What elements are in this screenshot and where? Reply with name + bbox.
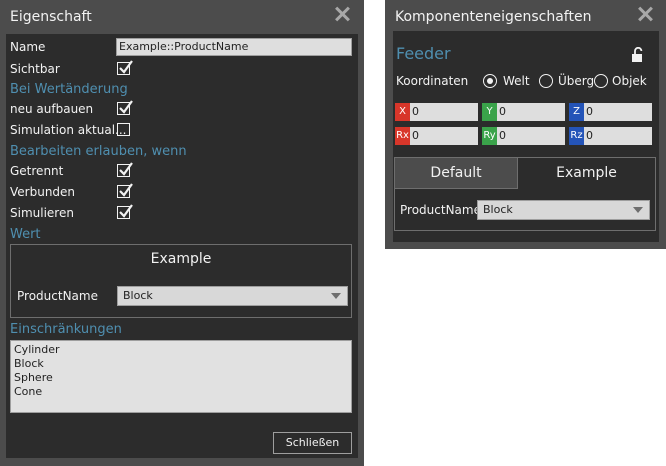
- dialog-content: Name Example::ProductName Sichtbar Bei W…: [6, 34, 358, 458]
- radio-world-label: Welt: [503, 74, 530, 88]
- chevron-down-icon: [331, 293, 341, 299]
- rx-tag: Rx: [395, 127, 410, 145]
- check-icon: [119, 162, 133, 176]
- disconnected-label: Getrennt: [10, 164, 64, 178]
- coordinates-label: Koordinaten: [396, 74, 469, 88]
- z-tag: Z: [569, 103, 584, 121]
- rebuild-label: neu aufbauen: [10, 102, 94, 116]
- disconnected-checkbox[interactable]: [117, 162, 133, 177]
- list-item[interactable]: Block: [11, 357, 351, 371]
- dialog-title: Eigenschaft: [10, 9, 92, 25]
- radio-object-label: Objek: [612, 74, 647, 88]
- product-name-label: ProductName: [400, 203, 481, 217]
- tab-default[interactable]: Default: [395, 158, 518, 189]
- section-value: Wert: [10, 227, 41, 242]
- radio-parent-label: Überg: [558, 74, 595, 88]
- simulating-checkbox[interactable]: [117, 204, 133, 219]
- z-field[interactable]: 0: [584, 103, 652, 121]
- rebuild-checkbox[interactable]: [117, 100, 133, 115]
- radio-parent[interactable]: [539, 74, 553, 88]
- list-item[interactable]: Cone: [11, 385, 351, 399]
- connected-checkbox[interactable]: [117, 183, 133, 198]
- list-item[interactable]: Cylinder: [11, 343, 351, 357]
- panel-title: Komponenteneigenschaften: [395, 9, 592, 25]
- tab-frame: Default Example ProductName Block: [394, 157, 656, 231]
- x-field[interactable]: 0: [410, 103, 478, 121]
- close-button[interactable]: Schließen: [273, 432, 352, 454]
- close-icon[interactable]: [638, 7, 652, 21]
- product-name-value: Block: [123, 289, 153, 302]
- constraints-list[interactable]: Cylinder Block Sphere Cone: [10, 340, 352, 413]
- component-name: Feeder: [396, 44, 451, 63]
- y-field[interactable]: 0: [497, 103, 565, 121]
- chevron-down-icon: [633, 207, 643, 213]
- unlock-icon[interactable]: [631, 47, 645, 63]
- connected-label: Verbunden: [10, 185, 76, 199]
- section-edit-allowed: Bearbeiten erlauben, wenn: [10, 144, 187, 159]
- radio-object[interactable]: [594, 74, 608, 88]
- check-icon: [119, 204, 133, 218]
- tab-example[interactable]: Example: [518, 158, 655, 189]
- check-icon: [119, 60, 133, 74]
- section-on-change: Bei Wertänderung: [10, 82, 128, 97]
- radio-world[interactable]: [483, 74, 497, 88]
- sim-update-checkbox[interactable]: [117, 123, 130, 136]
- value-frame: Example ProductName Block: [10, 244, 352, 318]
- sim-update-label: Simulation aktual...: [10, 123, 127, 137]
- ry-field[interactable]: 0: [497, 127, 565, 145]
- rx-field[interactable]: 0: [410, 127, 478, 145]
- product-name-dropdown[interactable]: Block: [117, 286, 348, 306]
- simulating-label: Simulieren: [10, 206, 74, 220]
- list-item[interactable]: Sphere: [11, 371, 351, 385]
- product-name-label: ProductName: [17, 289, 98, 303]
- rz-tag: Rz: [569, 127, 584, 145]
- visible-checkbox[interactable]: [117, 60, 133, 75]
- name-field[interactable]: Example::ProductName: [116, 38, 352, 56]
- product-name-dropdown[interactable]: Block: [477, 200, 650, 220]
- rz-field[interactable]: 0: [584, 127, 652, 145]
- visible-label: Sichtbar: [10, 62, 60, 76]
- product-name-value: Block: [483, 203, 513, 216]
- y-tag: Y: [482, 103, 497, 121]
- close-icon[interactable]: [335, 7, 349, 21]
- ry-tag: Ry: [482, 127, 497, 145]
- name-label: Name: [10, 40, 46, 54]
- check-icon: [119, 100, 133, 114]
- panel-content: Feeder Koordinaten Welt Überg Objek X 0 …: [393, 31, 659, 242]
- value-header: Example: [150, 251, 212, 267]
- section-constraints: Einschränkungen: [10, 322, 122, 337]
- component-properties-panel: Komponenteneigenschaften Feeder Koordina…: [385, 0, 666, 249]
- check-icon: [119, 183, 133, 197]
- property-dialog: Eigenschaft Name Example::ProductName Si…: [0, 0, 364, 466]
- x-tag: X: [395, 103, 410, 121]
